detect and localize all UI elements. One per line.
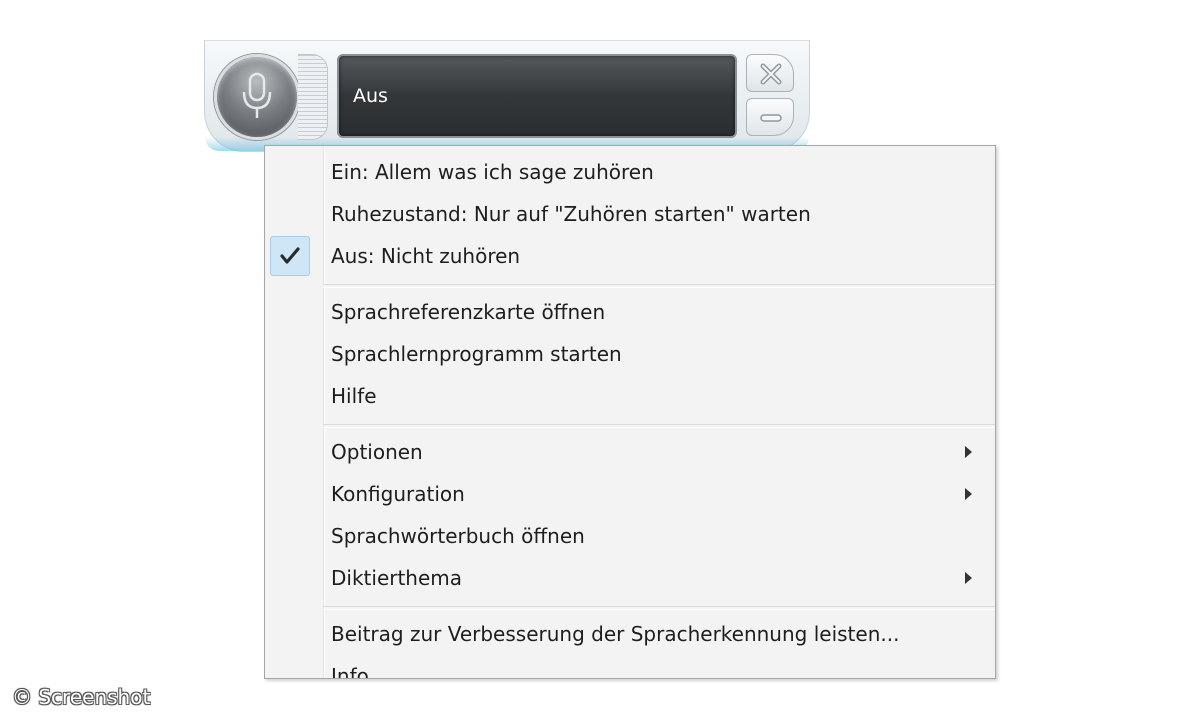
menu-separator [323, 424, 995, 428]
close-button[interactable] [746, 54, 794, 92]
close-icon [760, 63, 782, 85]
menu-item-label: Sprachlernprogramm starten [331, 342, 622, 366]
checked-indicator [270, 236, 310, 276]
minimize-button[interactable] [746, 98, 794, 136]
submenu-arrow-icon [965, 446, 972, 458]
copyright-watermark: © Screenshot [12, 685, 151, 709]
menu-item-help[interactable]: Hilfe [265, 375, 995, 417]
microphone-icon [242, 72, 272, 118]
menu-item-improve-recognition[interactable]: Beitrag zur Verbesserung der Spracherken… [265, 613, 995, 655]
menu-item-configuration[interactable]: Konfiguration [265, 473, 995, 515]
menu-item-label: Sprachreferenzkarte öffnen [331, 300, 606, 324]
menu-item-label: Diktierthema [331, 566, 463, 590]
menu-item-off[interactable]: Aus: Nicht zuhören [265, 235, 995, 277]
menu-item-label: Info [331, 664, 369, 679]
checkmark-icon [280, 247, 300, 264]
menu-item-on[interactable]: Ein: Allem was ich sage zuhören [265, 151, 995, 193]
minimize-icon [760, 114, 782, 122]
menu-item-options[interactable]: Optionen [265, 431, 995, 473]
menu-item-dictation-topic[interactable]: Diktierthema [265, 557, 995, 599]
menu-separator [323, 606, 995, 610]
menu-separator [323, 284, 995, 288]
submenu-arrow-icon [965, 572, 972, 584]
menu-item-speech-reference-card[interactable]: Sprachreferenzkarte öffnen [265, 291, 995, 333]
menu-item-label: Ein: Allem was ich sage zuhören [331, 160, 654, 184]
status-text: Aus [353, 85, 388, 107]
menu-item-label: Optionen [331, 440, 423, 464]
menu-item-info[interactable]: Info [265, 655, 995, 679]
audio-level-meter [298, 54, 328, 140]
menu-item-speech-tutorial[interactable]: Sprachlernprogramm starten [265, 333, 995, 375]
menu-item-sleep[interactable]: Ruhezustand: Nur auf "Zuhören starten" w… [265, 193, 995, 235]
menu-item-label: Beitrag zur Verbesserung der Spracherken… [331, 622, 900, 646]
menu-item-label: Sprachwörterbuch öffnen [331, 524, 585, 548]
submenu-arrow-icon [965, 488, 972, 500]
menu-item-label: Konfiguration [331, 482, 465, 506]
menu-item-label: Aus: Nicht zuhören [331, 244, 521, 268]
menu-item-speech-dictionary[interactable]: Sprachwörterbuch öffnen [265, 515, 995, 557]
microphone-button[interactable] [214, 54, 300, 140]
status-display[interactable]: Aus [337, 54, 737, 138]
menu-item-label: Hilfe [331, 384, 377, 408]
context-menu: Ein: Allem was ich sage zuhören Ruhezust… [264, 145, 996, 679]
menu-item-label: Ruhezustand: Nur auf "Zuhören starten" w… [331, 202, 811, 226]
